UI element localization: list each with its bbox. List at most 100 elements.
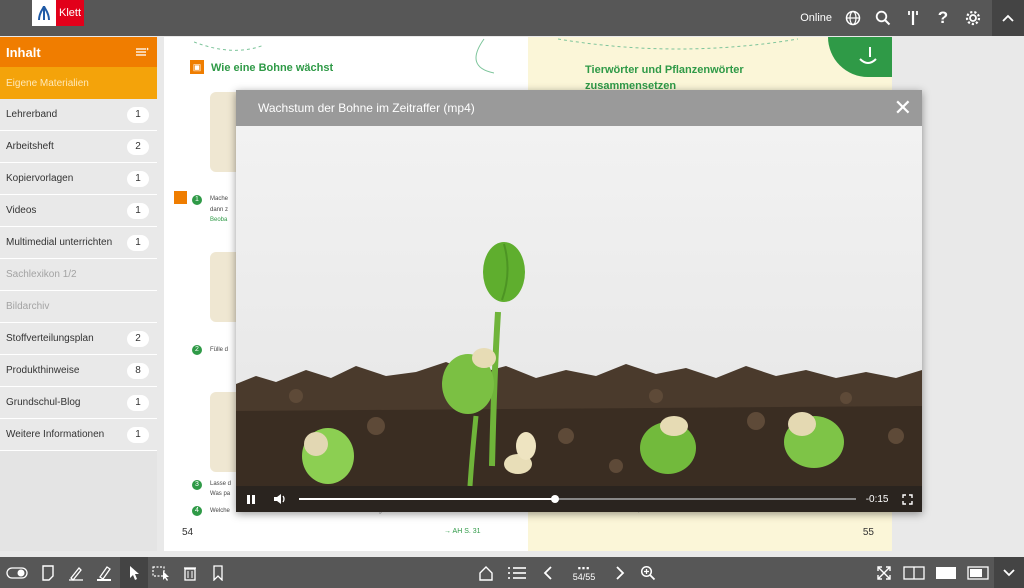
panel-view-icon[interactable]: [962, 557, 994, 588]
sidebar-item-label: Stoffverteilungsplan: [6, 333, 94, 344]
sidebar-item-stoffverteilungsplan[interactable]: Stoffverteilungsplan 2: [0, 323, 157, 355]
sidebar-header: Inhalt: [0, 37, 157, 67]
sidebar-title: Inhalt: [6, 44, 41, 60]
sidebar-menu-icon[interactable]: [135, 45, 149, 60]
sidebar-item-label: Kopiervorlagen: [6, 173, 74, 184]
sidebar-item-sachlexikon: Sachlexikon 1/2: [0, 259, 157, 291]
help-icon[interactable]: ?: [928, 0, 958, 36]
sidebar-item-produkthinweise[interactable]: Produkthinweise 8: [0, 355, 157, 387]
bottom-toolbar: ▪▪▪ 54/55: [0, 557, 1024, 588]
pointer-icon[interactable]: [120, 557, 148, 588]
single-page-icon[interactable]: [930, 557, 962, 588]
count-badge: 2: [127, 330, 149, 347]
video-time-remaining: -0:15: [865, 493, 889, 505]
marker-icon[interactable]: [898, 0, 928, 36]
count-badge: 1: [127, 170, 149, 187]
count-badge: 1: [127, 106, 149, 123]
fullscreen-icon[interactable]: [892, 486, 922, 512]
sidebar-item-label: Multimedial unterrichten: [6, 237, 113, 248]
sidebar-item-label: Weitere Informationen: [6, 429, 105, 440]
page-title-right-line1: Tierwörter und Pflanzenwörter: [585, 64, 744, 76]
klett-logo[interactable]: Klett: [32, 0, 84, 26]
bookmark-icon[interactable]: [204, 557, 232, 588]
video-header: Wachstum der Bohne im Zeitraffer (mp4) ✕: [236, 90, 922, 126]
task-text-1b: dann z: [210, 207, 229, 213]
count-badge: 1: [127, 202, 149, 219]
search-icon[interactable]: [868, 0, 898, 36]
note-icon[interactable]: [34, 557, 62, 588]
page-indicator[interactable]: ▪▪▪ 54/55: [566, 563, 602, 582]
volume-icon[interactable]: [266, 486, 296, 512]
count-badge: 1: [127, 426, 149, 443]
close-icon[interactable]: ✕: [894, 97, 912, 119]
workbook-reference-link[interactable]: → AH S. 31: [444, 528, 481, 535]
list-icon[interactable]: [500, 557, 534, 588]
count-badge: 1: [127, 394, 149, 411]
top-bar: Klett Online ?: [0, 0, 1024, 36]
count-badge: 2: [127, 138, 149, 155]
home-icon[interactable]: [472, 557, 500, 588]
page-title-left: Wie eine Bohne wächst: [211, 62, 334, 74]
video-seek-bar[interactable]: [299, 495, 856, 503]
video-progress-fill: [299, 498, 556, 500]
sidebar-item-grundschul-blog[interactable]: Grundschul-Blog 1: [0, 387, 157, 419]
sidebar-item-multimedial[interactable]: Multimedial unterrichten 1: [0, 227, 157, 259]
chevron-right-icon[interactable]: [606, 557, 634, 588]
task-number-4: 4: [192, 506, 202, 516]
count-badge: 8: [127, 362, 149, 379]
globe-icon[interactable]: [838, 0, 868, 36]
pen-icon: [859, 47, 877, 64]
video-player-dialog: Wachstum der Bohne im Zeitraffer (mp4) ✕: [236, 90, 922, 512]
sidebar-item-label: Lehrerband: [6, 109, 58, 120]
sidebar-item-kopiervorlagen[interactable]: Kopiervorlagen 1: [0, 163, 157, 195]
task-number-3: 3: [192, 480, 202, 490]
sidebar-item-videos[interactable]: Videos 1: [0, 195, 157, 227]
sidebar-item-weitere-informationen[interactable]: Weitere Informationen 1: [0, 419, 157, 451]
video-controls: -0:15: [236, 486, 922, 512]
zoom-in-icon[interactable]: [634, 557, 662, 588]
sidebar-item-label: Arbeitsheft: [6, 141, 54, 152]
sidebar: Inhalt Eigene Materialien Lehrerband 1 Ar…: [0, 37, 157, 551]
pause-icon[interactable]: [236, 486, 266, 512]
klett-logo-text: Klett: [56, 0, 84, 26]
video-still-bean-sprouting: [236, 126, 922, 512]
task-text-1c: Beoba: [210, 217, 228, 223]
video-seek-handle[interactable]: [551, 495, 560, 503]
selection-icon[interactable]: [148, 557, 176, 588]
video-frame[interactable]: -0:15: [236, 126, 922, 512]
chevron-up-icon[interactable]: [992, 0, 1024, 36]
pen-tool-icon[interactable]: [62, 557, 90, 588]
sidebar-item-label: Sachlexikon 1/2: [6, 269, 77, 280]
fit-screen-icon[interactable]: [870, 557, 898, 588]
highlighter-icon[interactable]: [90, 557, 118, 588]
chevron-left-icon[interactable]: [534, 557, 562, 588]
sidebar-item-label: Grundschul-Blog: [6, 397, 81, 408]
gear-icon[interactable]: [958, 0, 988, 36]
task-text-3: Lasse d: [210, 481, 232, 487]
task-text-2: Fülle d: [210, 347, 229, 353]
sidebar-item-label: Bildarchiv: [6, 301, 50, 312]
sidebar-item-own-materials[interactable]: Eigene Materialien: [0, 67, 157, 99]
toggle-icon[interactable]: [0, 557, 34, 588]
task-text-4: Welche: [210, 508, 230, 514]
sidebar-item-label: Produkthinweise: [6, 365, 80, 376]
page-number-left: 54: [182, 527, 194, 538]
video-title: Wachstum der Bohne im Zeitraffer (mp4): [258, 101, 475, 115]
decorative-arc: [558, 38, 798, 50]
page-indicator-label: 54/55: [572, 571, 596, 582]
sidebar-item-lehrerband[interactable]: Lehrerband 1: [0, 99, 157, 131]
count-badge: 1: [127, 234, 149, 251]
task-text-1: Mache: [210, 196, 229, 202]
trash-icon[interactable]: [176, 557, 204, 588]
klett-logo-mark-icon: [32, 0, 56, 26]
sidebar-item-arbeitsheft[interactable]: Arbeitsheft 2: [0, 131, 157, 163]
online-status-label: Online: [800, 12, 832, 24]
media-marker-icon[interactable]: ▣: [190, 60, 204, 74]
double-page-icon[interactable]: [898, 557, 930, 588]
chevron-down-icon[interactable]: [994, 557, 1024, 588]
page-number-right: 55: [862, 527, 874, 538]
media-marker-orange-icon[interactable]: [174, 191, 187, 204]
task-number-2: 2: [192, 345, 202, 355]
task-text-3b: Was pa: [210, 491, 231, 497]
sidebar-item-label: Videos: [6, 205, 37, 216]
